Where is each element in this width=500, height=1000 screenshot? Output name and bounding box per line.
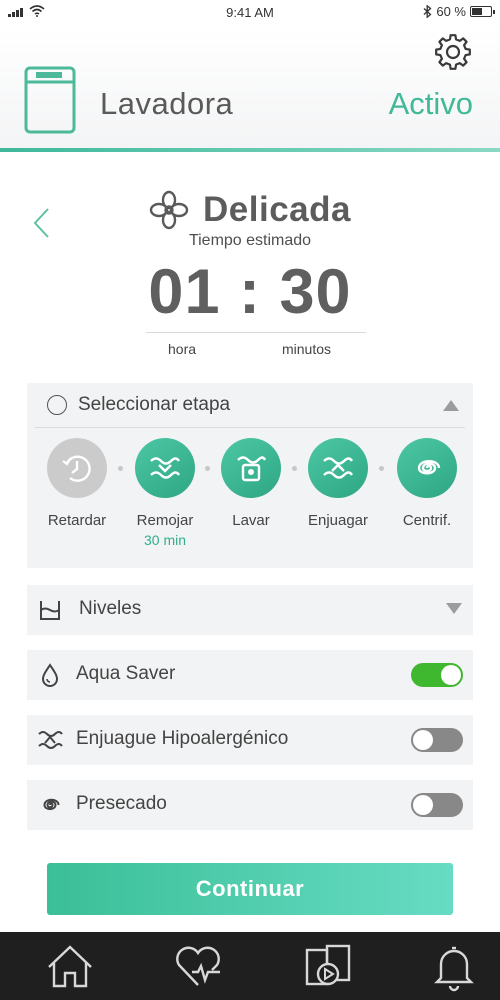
step-circle[interactable] [47, 438, 107, 498]
battery-percent: 60 % [436, 4, 466, 19]
step-label: Retardar [47, 512, 107, 529]
step-centrif[interactable]: Centrif. [382, 438, 472, 529]
hypo-rinse-label: Enjuague Hipoalergénico [76, 728, 289, 749]
home-icon[interactable] [44, 940, 96, 992]
wash-icon [237, 456, 267, 482]
aqua-saver-toggle[interactable] [411, 663, 463, 687]
timer-divider [146, 332, 366, 333]
flower-icon [149, 190, 189, 230]
washer-icon [24, 66, 76, 134]
program-heading: Delicada [0, 188, 500, 232]
unit-minutes: minutos [282, 341, 332, 357]
device-status: Activo [388, 86, 473, 121]
spin-icon [417, 460, 441, 475]
timer-display: 01 : 30 [148, 257, 352, 327]
program-name: Delicada [203, 190, 351, 229]
health-heart-icon[interactable] [172, 940, 224, 992]
step-enjuagar[interactable]: Enjuagar [293, 438, 383, 529]
levels-label: Niveles [79, 598, 142, 619]
step-label: Lavar [232, 512, 270, 529]
unit-hours: hora [168, 341, 197, 357]
battery-fill [472, 8, 483, 15]
aqua-saver-row: Aqua Saver [27, 650, 473, 700]
status-right: 60 % [423, 4, 495, 19]
rinse-wave-icon [38, 731, 63, 749]
stage-panel: Seleccionar etapa Retardar Remojar 30 mi… [27, 383, 473, 568]
step-circle[interactable] [135, 438, 195, 498]
continue-button[interactable]: Continuar [47, 863, 453, 915]
stage-header[interactable]: Seleccionar etapa [27, 383, 473, 427]
status-bar: 9:41 AM 60 % [0, 0, 500, 26]
toggle-knob [413, 730, 433, 750]
tab-bar [0, 932, 500, 1000]
step-retardar[interactable]: Retardar [32, 438, 122, 529]
step-label: Centrif. [402, 512, 452, 529]
step-label: Remojar [136, 512, 194, 529]
spiral-icon [43, 798, 60, 811]
header-accent-line [0, 148, 500, 152]
step-circle[interactable] [397, 438, 457, 498]
video-icon[interactable] [302, 940, 354, 992]
predry-toggle[interactable] [411, 793, 463, 817]
toggle-knob [413, 795, 433, 815]
soak-icon [150, 457, 181, 479]
rinse-icon [323, 457, 354, 479]
step-circle[interactable] [308, 438, 368, 498]
step-label: Enjuagar [307, 512, 369, 529]
predry-label: Presecado [76, 793, 167, 814]
gear-icon[interactable] [433, 32, 473, 72]
battery-icon [470, 6, 495, 17]
divider [35, 427, 465, 428]
bluetooth-icon [423, 5, 432, 18]
device-name: Lavadora [100, 86, 234, 121]
predry-row: Presecado [27, 780, 473, 830]
step-circle[interactable] [221, 438, 281, 498]
water-drop-icon [41, 663, 59, 687]
levels-row[interactable]: Niveles [27, 585, 473, 635]
collapse-triangle-icon[interactable] [443, 400, 459, 411]
aqua-saver-label: Aqua Saver [76, 663, 176, 684]
hypo-rinse-row: Enjuague Hipoalergénico [27, 715, 473, 765]
toggle-knob [441, 665, 461, 685]
radio-icon[interactable] [47, 395, 67, 415]
water-level-icon [40, 601, 60, 620]
step-lavar[interactable]: Lavar [206, 438, 296, 529]
stage-title: Seleccionar etapa [78, 394, 231, 415]
hypo-rinse-toggle[interactable] [411, 728, 463, 752]
step-remojar[interactable]: Remojar 30 min [120, 438, 210, 548]
delay-clock-icon [62, 455, 91, 482]
chevron-down-icon[interactable] [446, 603, 462, 614]
time-label: Tiempo estimado [188, 232, 312, 249]
bell-icon[interactable] [428, 940, 480, 992]
step-duration: 30 min [143, 532, 187, 548]
